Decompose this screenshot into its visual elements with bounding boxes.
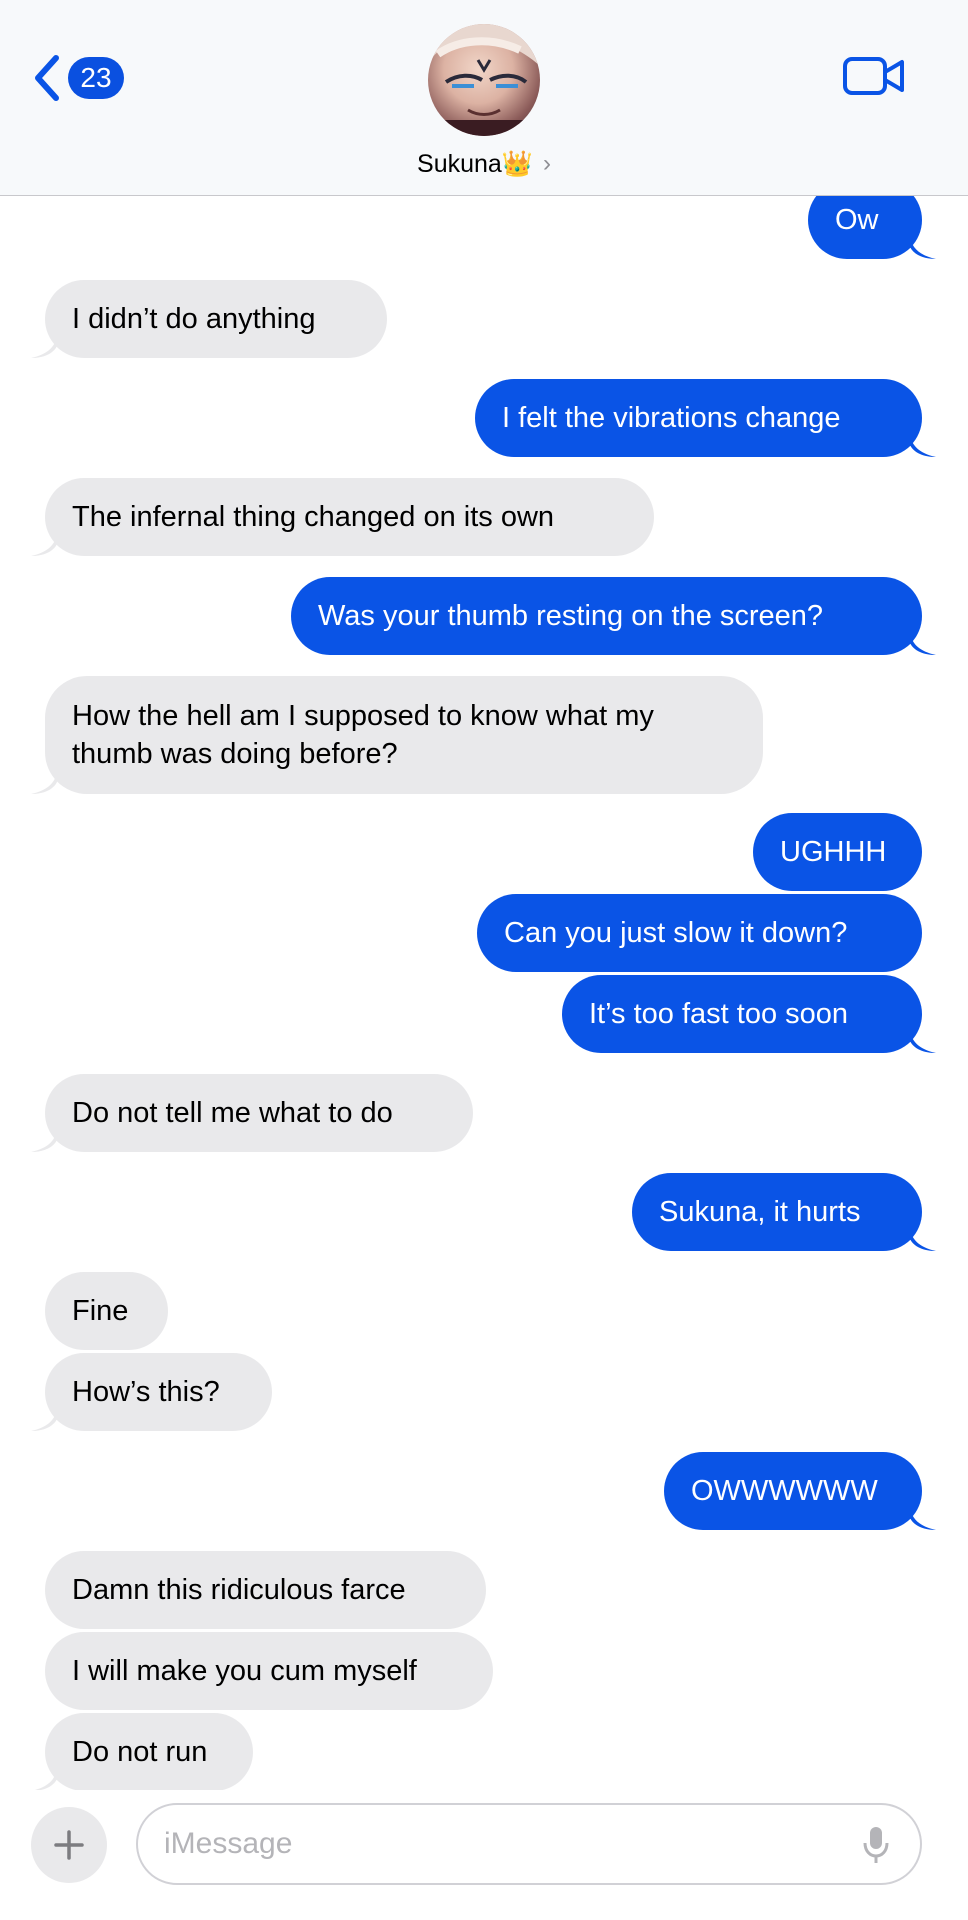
message-text: Damn this ridiculous farce <box>72 1574 406 1606</box>
message-text: Do not run <box>72 1736 208 1768</box>
message-text: Do not tell me what to do <box>72 1097 393 1129</box>
back-button[interactable]: 23 <box>30 50 140 106</box>
message-text: I didn’t do anything <box>72 303 316 335</box>
compose-bar: iMessage <box>0 1790 968 1920</box>
message-text: Ow <box>835 204 879 236</box>
message-bubble-sent[interactable]: It’s too fast too soon <box>562 975 936 1053</box>
microphone-icon[interactable] <box>862 1825 890 1865</box>
message-text: OWWWWWW <box>691 1475 878 1507</box>
input-placeholder: iMessage <box>164 1827 293 1860</box>
message-text: The infernal thing changed on its own <box>72 501 555 533</box>
message-bubble-received[interactable]: Fine <box>45 1272 168 1350</box>
message-bubble-received[interactable]: The infernal thing changed on its own <box>31 478 654 556</box>
message-text: Was your thumb resting on the screen? <box>318 600 824 632</box>
contact-name-button[interactable]: Sukuna👑 › <box>0 146 968 182</box>
message-text: I will make you cum myself <box>72 1655 417 1687</box>
message-text: Fine <box>72 1295 129 1327</box>
message-bubble-received[interactable]: Damn this ridiculous farce <box>45 1551 486 1629</box>
message-bubble-sent[interactable]: I felt the vibrations change <box>475 379 936 457</box>
avatar[interactable] <box>428 24 540 136</box>
message-bubble-received[interactable]: Do not tell me what to do <box>31 1074 473 1152</box>
message-text: Can you just slow it down? <box>504 917 848 949</box>
facetime-video-button[interactable] <box>842 54 906 98</box>
message-text: How the hell am I supposed to know what … <box>72 700 654 770</box>
chevron-left-icon <box>35 55 59 101</box>
imessage-input[interactable]: iMessage <box>136 1803 922 1885</box>
message-text: It’s too fast too soon <box>589 998 849 1030</box>
message-bubble-sent[interactable]: Sukuna, it hurts <box>632 1173 936 1251</box>
message-bubble-received[interactable]: How’s this? <box>31 1353 272 1431</box>
message-bubble-sent[interactable]: UGHHH <box>753 813 922 891</box>
message-bubble-sent[interactable]: OWWWWWW <box>664 1452 936 1530</box>
message-bubble-sent[interactable]: Was your thumb resting on the screen? <box>291 577 936 655</box>
message-text: Sukuna, it hurts <box>659 1196 861 1228</box>
apps-plus-button[interactable] <box>31 1807 107 1883</box>
message-bubble-received[interactable]: I will make you cum myself <box>45 1632 493 1710</box>
unread-count-badge: 23 <box>68 57 124 99</box>
chevron-right-icon: › <box>542 150 551 177</box>
conversation-header: 23 Sukuna👑 › <box>0 0 968 196</box>
message-text: I felt the vibrations change <box>502 402 841 434</box>
message-text: UGHHH <box>780 836 887 868</box>
message-bubble-sent[interactable]: Can you just slow it down? <box>477 894 922 972</box>
message-thread[interactable]: Ow I didn’t do anything I felt the vibra… <box>0 0 968 1791</box>
message-text: How’s this? <box>72 1376 220 1408</box>
message-bubble-received[interactable]: I didn’t do anything <box>31 280 387 358</box>
contact-name: Sukuna👑 <box>417 149 533 178</box>
contact-photo <box>428 24 540 136</box>
video-camera-icon <box>843 57 904 95</box>
message-bubble-received[interactable]: Do not run <box>31 1713 253 1791</box>
message-bubble-received[interactable]: How the hell am I supposed to know what … <box>31 676 763 794</box>
plus-icon <box>54 1830 84 1860</box>
